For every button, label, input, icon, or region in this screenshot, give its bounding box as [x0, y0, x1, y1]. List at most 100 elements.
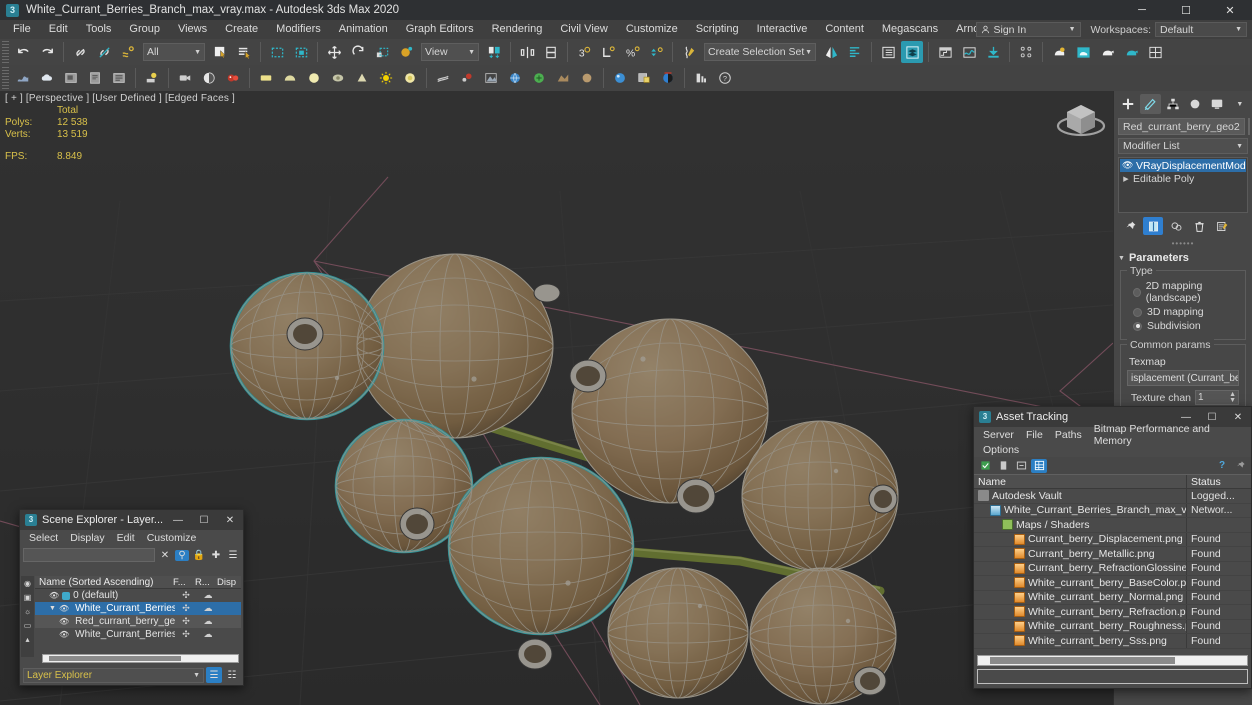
- cameras-filter-icon[interactable]: ▭: [21, 618, 34, 632]
- proxy-icon[interactable]: [222, 67, 244, 89]
- parameters-rollout-header[interactable]: ▼ Parameters: [1118, 250, 1248, 266]
- object-name-field[interactable]: Red_currant_berry_geo2: [1118, 118, 1245, 135]
- pin-stack-icon[interactable]: [1120, 217, 1140, 235]
- radio-3d-mapping[interactable]: 3D mapping: [1133, 306, 1239, 318]
- radio-2d-mapping[interactable]: 2D mapping (landscape): [1133, 280, 1239, 304]
- scene-explorer-list[interactable]: Name (Sorted Ascending) F... R... Disp 👁…: [35, 576, 241, 641]
- asset-row[interactable]: Autodesk Vault Logged...: [974, 489, 1251, 504]
- show-end-result-icon[interactable]: [1143, 217, 1163, 235]
- asset-row[interactable]: Maps / Shaders: [974, 518, 1251, 533]
- search-input[interactable]: [23, 548, 155, 562]
- lights-filter-icon[interactable]: ☼: [21, 604, 34, 618]
- eye-icon[interactable]: 👁: [49, 591, 59, 600]
- render-frame-window-icon[interactable]: [1072, 41, 1094, 63]
- configure-sets-icon[interactable]: [1212, 217, 1232, 235]
- scene-explorer-hscrollbar[interactable]: [42, 654, 239, 663]
- render-production-icon[interactable]: [1096, 41, 1118, 63]
- stats-icon[interactable]: [690, 67, 712, 89]
- eye-icon[interactable]: 👁: [59, 617, 69, 626]
- menu-item-megascans[interactable]: Megascans: [873, 20, 947, 39]
- menu-item-group[interactable]: Group: [120, 20, 169, 39]
- asset-menu-server[interactable]: Server: [977, 429, 1020, 441]
- render-cell[interactable]: ☁: [197, 603, 219, 614]
- asset-menu-options[interactable]: Options: [977, 444, 1025, 456]
- modifier-stack[interactable]: 👁 VRayDisplacementMod ▶ Editable Poly: [1118, 157, 1248, 213]
- compact-material-editor-icon[interactable]: [1015, 41, 1037, 63]
- menu-item-rendering[interactable]: Rendering: [483, 20, 552, 39]
- scene-explorer-icon[interactable]: [877, 41, 899, 63]
- asset-name-cell[interactable]: White_currant_berry_Normal.png: [974, 590, 1187, 604]
- column-name[interactable]: Name (Sorted Ascending): [35, 577, 173, 588]
- selection-filter-select[interactable]: All ▼: [143, 43, 205, 61]
- bake-icon[interactable]: [633, 67, 655, 89]
- minimize-button[interactable]: ─: [1120, 0, 1164, 20]
- sphere-mat-icon[interactable]: [609, 67, 631, 89]
- frame-buffer-icon[interactable]: [60, 67, 82, 89]
- scene-node-cell[interactable]: 👁 0 (default): [35, 590, 175, 601]
- eye-icon[interactable]: 👁: [59, 630, 69, 639]
- lock-icon[interactable]: 🔒: [192, 550, 206, 561]
- column-name[interactable]: Name: [974, 475, 1187, 488]
- frozen-cell[interactable]: ✣: [175, 616, 197, 627]
- maximize-button[interactable]: ☐: [191, 510, 217, 530]
- globe-icon[interactable]: [504, 67, 526, 89]
- column-frozen[interactable]: F...: [173, 577, 195, 588]
- panel-resize-grip[interactable]: ••••••: [1114, 239, 1252, 248]
- menu-item-modifiers[interactable]: Modifiers: [267, 20, 330, 39]
- light-lister-icon[interactable]: [198, 67, 220, 89]
- mirror-geometry-icon[interactable]: [820, 41, 842, 63]
- layers-icon[interactable]: ☰: [226, 550, 240, 561]
- close-button[interactable]: ✕: [217, 510, 243, 530]
- chevron-right-icon[interactable]: ▶: [1122, 175, 1130, 183]
- scene-node-cell[interactable]: ▼👁 White_Currant_Berries_Branch: [35, 603, 175, 614]
- gpu-icon[interactable]: [657, 67, 679, 89]
- modifier-stack-item-1[interactable]: ▶ Editable Poly: [1120, 172, 1246, 185]
- select-children-icon[interactable]: ▣: [21, 590, 34, 604]
- column-render[interactable]: R...: [195, 577, 217, 588]
- asset-tracking-hscrollbar[interactable]: [977, 655, 1248, 666]
- help-icon[interactable]: ?: [714, 67, 736, 89]
- mirror-icon[interactable]: [516, 41, 538, 63]
- menu-item-edit[interactable]: Edit: [40, 20, 77, 39]
- menu-item-interactive[interactable]: Interactive: [748, 20, 817, 39]
- filter-icon[interactable]: ⚲: [175, 549, 189, 561]
- select-link-icon[interactable]: [69, 41, 91, 63]
- unlink-icon[interactable]: [93, 41, 115, 63]
- select-rotate-icon[interactable]: [347, 41, 369, 63]
- menu-item-graph-editors[interactable]: Graph Editors: [397, 20, 483, 39]
- plane-light-icon[interactable]: [255, 67, 277, 89]
- frozen-cell[interactable]: ✣: [175, 629, 197, 640]
- layer-view-icon[interactable]: ☰: [206, 667, 222, 683]
- hierarchy-tab[interactable]: [1163, 94, 1183, 114]
- fur-icon[interactable]: [432, 67, 454, 89]
- render-cell[interactable]: ☁: [197, 629, 219, 640]
- asset-name-cell[interactable]: White_currant_berry_BaseColor.png: [974, 576, 1187, 590]
- asset-name-cell[interactable]: Autodesk Vault: [974, 489, 1187, 503]
- sun2-icon[interactable]: [399, 67, 421, 89]
- scene-explorer-row[interactable]: ▼👁 White_Currant_Berries_Branch✣☁: [35, 602, 241, 615]
- ies-light-icon[interactable]: [327, 67, 349, 89]
- select-move-icon[interactable]: [323, 41, 345, 63]
- scene-explorer-row[interactable]: 👁 White_Currant_Berries_Branch✣☁: [35, 628, 241, 641]
- sphere-light-icon[interactable]: [303, 67, 325, 89]
- toolbar-grip[interactable]: [2, 41, 9, 63]
- percent-snap-icon[interactable]: %: [621, 41, 643, 63]
- clear-search-icon[interactable]: ✕: [158, 550, 172, 561]
- asset-row[interactable]: White_currant_berry_Sss.png Found: [974, 634, 1251, 649]
- undo-icon[interactable]: [12, 41, 34, 63]
- sign-in-button[interactable]: Sign In ▼: [975, 22, 1081, 37]
- chevron-down-icon[interactable]: ▼: [49, 605, 56, 612]
- select-all-icon[interactable]: ◉: [21, 576, 34, 590]
- select-by-name-icon[interactable]: [233, 41, 255, 63]
- render-setup-icon[interactable]: [1048, 41, 1070, 63]
- mesh-export-icon[interactable]: [480, 67, 502, 89]
- menu-item-file[interactable]: File: [4, 20, 40, 39]
- dome-light-icon[interactable]: [279, 67, 301, 89]
- explorer-mode-field[interactable]: Layer Explorer ▼: [23, 667, 204, 683]
- menu-item-content[interactable]: Content: [816, 20, 873, 39]
- displacement-icon[interactable]: [12, 67, 34, 89]
- radio-subdivision[interactable]: Subdivision: [1133, 320, 1239, 332]
- sun-icon[interactable]: [375, 67, 397, 89]
- scatter-icon[interactable]: [552, 67, 574, 89]
- asset-name-cell[interactable]: White_currant_berry_Refraction.png: [974, 605, 1187, 619]
